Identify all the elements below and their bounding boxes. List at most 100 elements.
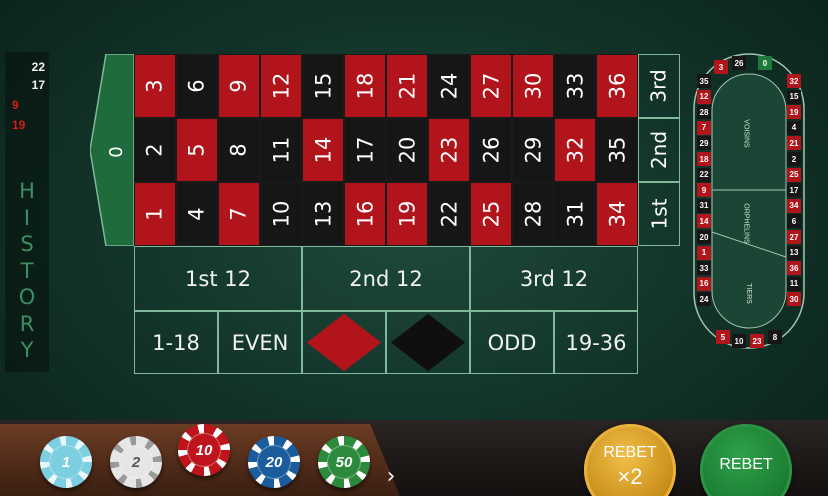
number-cell[interactable]: 2 [134, 118, 176, 182]
racetrack-number[interactable]: 1 [697, 245, 711, 260]
number-cell[interactable]: 9 [218, 54, 260, 118]
number-cell[interactable]: 24 [428, 54, 470, 118]
number-cell[interactable]: 5 [176, 118, 218, 182]
number-cell[interactable]: 15 [302, 54, 344, 118]
racetrack-number[interactable]: 28 [697, 105, 711, 120]
number-cell[interactable]: 28 [512, 182, 554, 246]
number-cell[interactable]: 16 [344, 182, 386, 246]
racetrack-number[interactable]: 19 [787, 105, 801, 120]
chip-1[interactable]: 1 [40, 436, 92, 488]
number-cell[interactable]: 29 [512, 118, 554, 182]
number-cell[interactable]: 7 [218, 182, 260, 246]
column-bet-3rd[interactable]: 3rd [638, 54, 680, 118]
racetrack-number[interactable]: 36 [787, 261, 801, 276]
history-letter: O [18, 285, 36, 309]
racetrack-number[interactable]: 32 [787, 74, 801, 88]
section-orphelins[interactable]: ORPHELINS [743, 203, 750, 243]
racetrack-number[interactable]: 20 [697, 230, 711, 244]
number-cell[interactable]: 27 [470, 54, 512, 118]
number-label: 30 [520, 72, 545, 100]
racetrack-number[interactable]: 23 [750, 334, 764, 348]
racetrack-number[interactable]: 21 [787, 136, 801, 151]
racetrack-number[interactable]: 33 [697, 261, 711, 276]
bet-low[interactable]: 1-18 [134, 311, 218, 374]
racetrack-number[interactable]: 9 [697, 183, 711, 198]
racetrack-number[interactable]: 13 [787, 245, 801, 260]
racetrack-number[interactable]: 24 [697, 292, 711, 307]
number-cell[interactable]: 3 [134, 54, 176, 118]
number-cell[interactable]: 35 [596, 118, 638, 182]
number-cell[interactable]: 22 [428, 182, 470, 246]
rebet-label: REBET [719, 456, 773, 473]
number-cell[interactable]: 4 [176, 182, 218, 246]
racetrack-number[interactable]: 14 [697, 214, 711, 229]
racetrack[interactable]: 35 12 28 7 29 18 22 9 31 14 20 1 33 16 24 32 15 19 4 21 2 25 1… [692, 52, 806, 350]
racetrack-number[interactable]: 29 [697, 136, 711, 151]
racetrack-number[interactable]: 0 [758, 56, 772, 70]
number-cell[interactable]: 10 [260, 182, 302, 246]
number-cell[interactable]: 33 [554, 54, 596, 118]
chip-50[interactable]: 50 [318, 436, 370, 488]
number-cell[interactable]: 23 [428, 118, 470, 182]
bet-high[interactable]: 19-36 [554, 311, 638, 374]
bet-even[interactable]: EVEN [218, 311, 302, 374]
chip-20[interactable]: 20 [248, 436, 300, 488]
bet-red[interactable] [302, 311, 386, 374]
racetrack-number[interactable]: 27 [787, 230, 801, 244]
bet-black[interactable] [386, 311, 470, 374]
number-cell[interactable]: 34 [596, 182, 638, 246]
number-cell[interactable]: 20 [386, 118, 428, 182]
racetrack-number[interactable]: 10 [732, 334, 746, 348]
chip-10[interactable]: 10 [178, 424, 230, 476]
column-bet-2nd[interactable]: 2nd [638, 118, 680, 182]
column-bet-1st[interactable]: 1st [638, 182, 680, 246]
racetrack-number[interactable]: 17 [787, 183, 801, 198]
number-cell[interactable]: 32 [554, 118, 596, 182]
number-cell[interactable]: 17 [344, 118, 386, 182]
dozen-bet[interactable]: 1st 12 [134, 246, 302, 311]
number-label: 10 [268, 200, 293, 228]
bet-odd[interactable]: ODD [470, 311, 554, 374]
number-cell[interactable]: 25 [470, 182, 512, 246]
number-cell[interactable]: 12 [260, 54, 302, 118]
number-cell[interactable]: 21 [386, 54, 428, 118]
racetrack-number[interactable]: 31 [697, 198, 711, 213]
racetrack-number[interactable]: 25 [787, 167, 801, 182]
number-cell[interactable]: 19 [386, 182, 428, 246]
racetrack-number[interactable]: 34 [787, 198, 801, 213]
racetrack-number[interactable]: 22 [697, 167, 711, 182]
number-cell[interactable]: 6 [176, 54, 218, 118]
number-cell[interactable]: 18 [344, 54, 386, 118]
racetrack-number[interactable]: 11 [787, 276, 801, 291]
racetrack-number[interactable]: 3 [714, 60, 728, 74]
number-cell[interactable]: 11 [260, 118, 302, 182]
section-tiers[interactable]: TIERS [745, 283, 752, 304]
chevron-right-icon[interactable]: › [380, 462, 402, 490]
racetrack-number[interactable]: 16 [697, 276, 711, 291]
number-label: 22 [436, 200, 461, 228]
number-cell[interactable]: 14 [302, 118, 344, 182]
dozen-bet[interactable]: 3rd 12 [470, 246, 638, 311]
number-cell[interactable]: 26 [470, 118, 512, 182]
chip-2[interactable]: 2 [110, 436, 162, 488]
racetrack-number[interactable]: 8 [768, 330, 782, 344]
racetrack-number[interactable]: 35 [697, 74, 711, 88]
section-voisins[interactable]: VOISINS [743, 119, 750, 147]
number-cell[interactable]: 30 [512, 54, 554, 118]
racetrack-number[interactable]: 7 [697, 120, 711, 135]
racetrack-number[interactable]: 30 [787, 292, 801, 307]
racetrack-number[interactable]: 6 [787, 214, 801, 229]
racetrack-number[interactable]: 26 [732, 56, 746, 70]
racetrack-number[interactable]: 5 [716, 330, 730, 344]
racetrack-number[interactable]: 12 [697, 89, 711, 104]
number-cell[interactable]: 31 [554, 182, 596, 246]
racetrack-number[interactable]: 15 [787, 89, 801, 104]
number-cell[interactable]: 36 [596, 54, 638, 118]
racetrack-number[interactable]: 18 [697, 152, 711, 166]
number-cell[interactable]: 8 [218, 118, 260, 182]
number-cell[interactable]: 13 [302, 182, 344, 246]
dozen-bet[interactable]: 2nd 12 [302, 246, 470, 311]
racetrack-number[interactable]: 2 [787, 152, 801, 166]
number-cell[interactable]: 1 [134, 182, 176, 246]
racetrack-number[interactable]: 4 [787, 120, 801, 135]
